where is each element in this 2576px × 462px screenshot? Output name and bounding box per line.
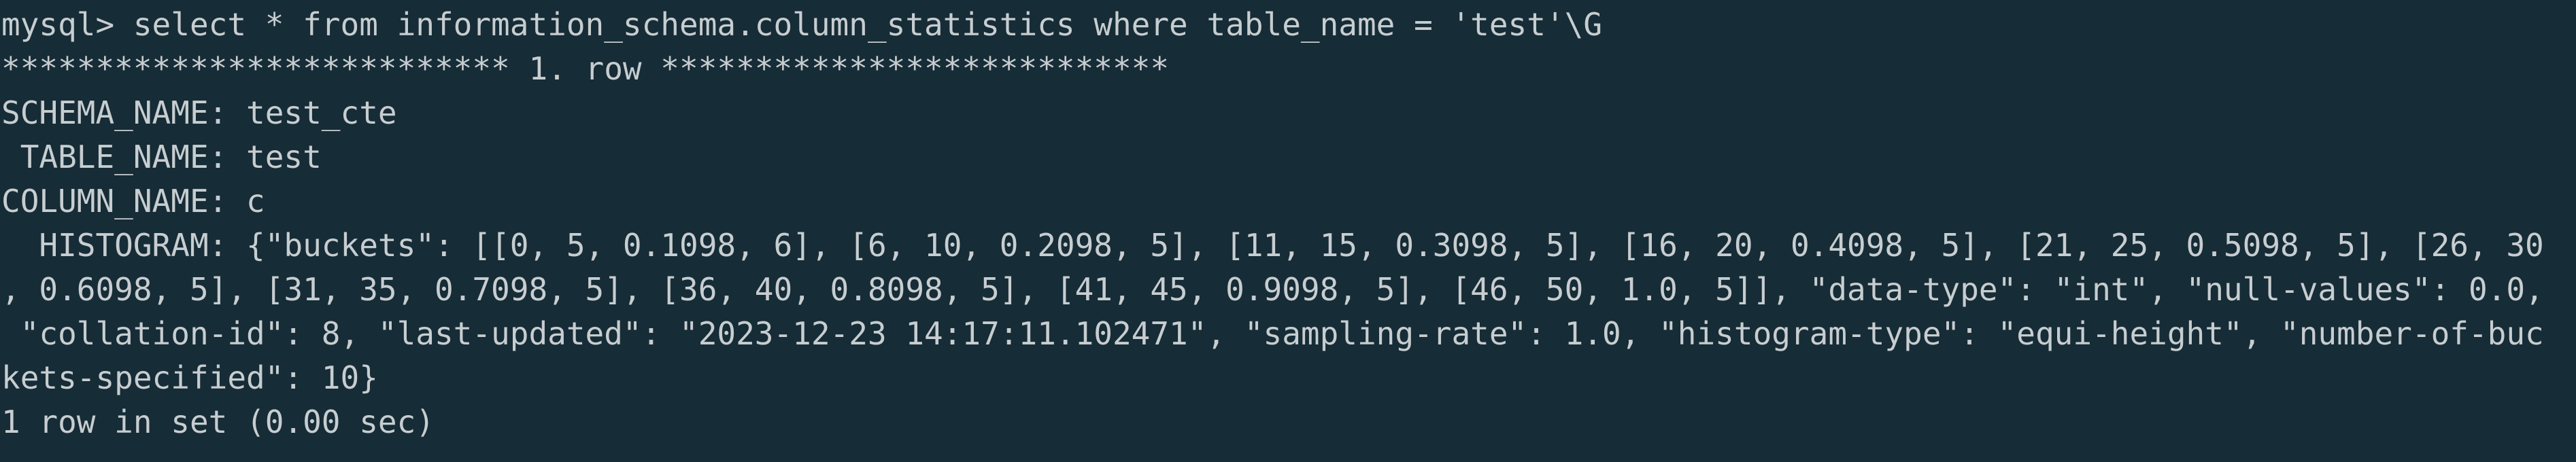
histogram-row-4: kets-specified": 10}: [1, 359, 378, 396]
schema-name-row: SCHEMA_NAME: test_cte: [1, 94, 397, 131]
histogram-row-1: HISTOGRAM: {"buckets": [[0, 5, 0.1098, 6…: [1, 227, 2544, 264]
column-name-row: COLUMN_NAME: c: [1, 183, 265, 219]
histogram-row-2: , 0.6098, 5], [31, 35, 0.7098, 5], [36, …: [1, 271, 2544, 308]
row-separator: *************************** 1. row *****…: [1, 50, 1170, 87]
terminal-window[interactable]: mysql> select * from information_schema.…: [0, 0, 2576, 462]
table-name-row: TABLE_NAME: test: [1, 139, 322, 175]
command-line: mysql> select * from information_schema.…: [1, 6, 1603, 43]
result-summary: 1 row in set (0.00 sec): [1, 404, 435, 440]
histogram-row-3: "collation-id": 8, "last-updated": "2023…: [1, 315, 2544, 352]
